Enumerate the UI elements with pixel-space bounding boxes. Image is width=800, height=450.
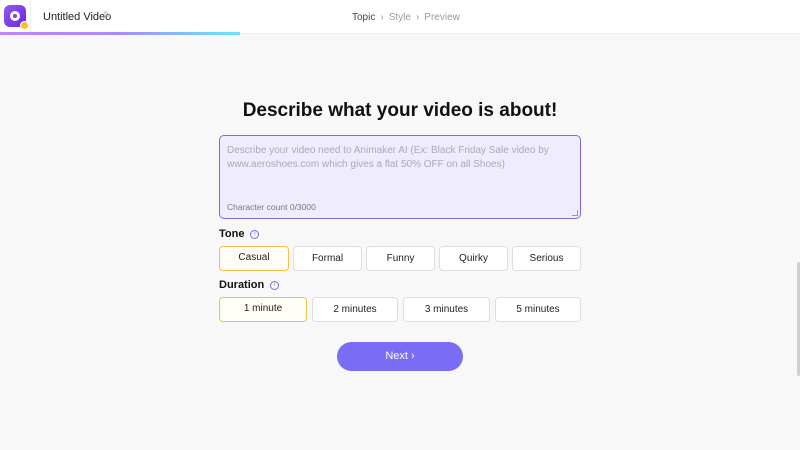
tone-option-casual[interactable]: Casual	[219, 246, 289, 271]
page-title: Describe what your video is about!	[242, 100, 558, 121]
duration-option-3-minutes[interactable]: 3 minutes	[403, 297, 490, 322]
tone-option-formal[interactable]: Formal	[293, 246, 362, 271]
duration-label: Duration	[219, 279, 265, 291]
duration-option-1-minute[interactable]: 1 minute	[219, 297, 307, 322]
chevron-right-icon: ›	[415, 12, 420, 23]
progress-bar	[0, 32, 240, 35]
info-icon[interactable]: i	[270, 280, 280, 290]
tone-label: Tone	[219, 228, 245, 240]
chevron-right-icon: ›	[380, 12, 384, 23]
top-bar: Untitled Video ✎ Topic › Style › Preview	[0, 0, 800, 35]
next-button[interactable]: Next ›	[337, 342, 463, 371]
info-icon[interactable]: i	[250, 229, 260, 239]
description-input[interactable]: Describe your video need to Animaker AI …	[219, 135, 581, 219]
step-topic[interactable]: Topic	[352, 12, 375, 23]
header-divider	[30, 0, 31, 34]
project-title[interactable]: Untitled Video	[43, 11, 111, 23]
pencil-icon[interactable]: ✎	[103, 10, 111, 21]
character-count: Character count 0/3000	[227, 202, 316, 212]
step-breadcrumb: Topic › Style › Preview	[352, 12, 460, 23]
step-style[interactable]: Style	[389, 12, 411, 23]
tone-label-group: Tone i	[219, 228, 260, 240]
duration-label-group: Duration i	[219, 279, 280, 291]
tone-option-funny[interactable]: Funny	[366, 246, 435, 271]
duration-option-2-minutes[interactable]: 2 minutes	[312, 297, 398, 322]
step-preview[interactable]: Preview	[424, 12, 460, 23]
resize-handle-icon[interactable]	[572, 210, 578, 216]
tone-option-quirky[interactable]: Quirky	[439, 246, 508, 271]
app-logo-icon[interactable]	[4, 5, 29, 30]
duration-option-5-minutes[interactable]: 5 minutes	[495, 297, 581, 322]
description-placeholder: Describe your video need to Animaker AI …	[227, 145, 549, 170]
tone-option-serious[interactable]: Serious	[512, 246, 581, 271]
